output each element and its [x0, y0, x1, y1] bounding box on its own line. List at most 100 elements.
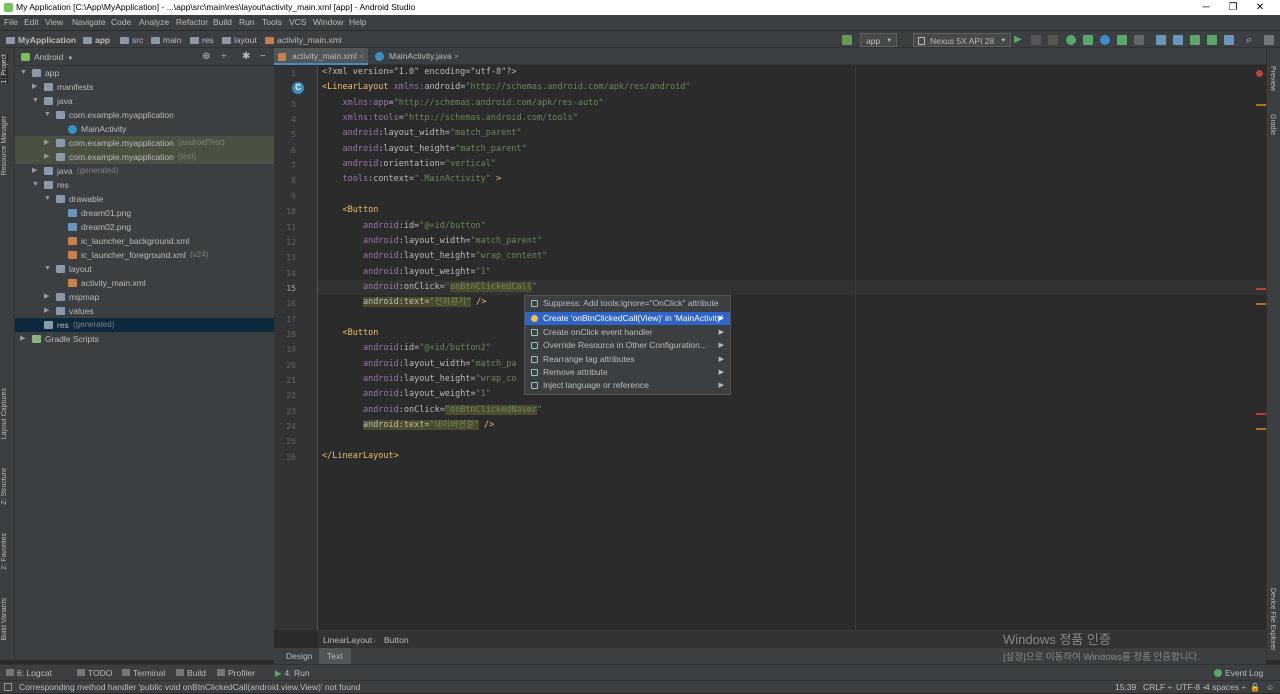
- tool-gradle[interactable]: Gradle: [1269, 114, 1276, 135]
- expanded-arrow-icon[interactable]: ▼: [44, 192, 51, 206]
- tree-item[interactable]: ▼ com.example.myapplication: [15, 108, 274, 122]
- error-mark[interactable]: [1256, 288, 1266, 290]
- tool-terminal[interactable]: Terminal: [122, 665, 165, 681]
- collapsed-arrow-icon[interactable]: ▶: [20, 332, 25, 346]
- coverage-icon[interactable]: [1117, 35, 1127, 45]
- tool-profiler[interactable]: Profiler: [217, 665, 255, 681]
- code-line[interactable]: <?xml version="1.0" encoding="utf-8"?>: [322, 65, 516, 80]
- code-line[interactable]: xmlns:tools="http://schemas.android.com/…: [322, 111, 577, 126]
- menu-tools[interactable]: Tools: [262, 15, 282, 30]
- minimize-button[interactable]: ─: [1193, 0, 1219, 15]
- code-line[interactable]: android:layout_height="wrap_content": [322, 249, 547, 264]
- device-file-icon[interactable]: [1224, 35, 1234, 45]
- collapsed-arrow-icon[interactable]: ▶: [32, 80, 37, 94]
- collapse-icon[interactable]: ÷: [221, 48, 227, 66]
- tree-item[interactable]: ▶ manifests: [15, 80, 274, 94]
- code-line[interactable]: <Button: [322, 326, 378, 341]
- menu-file[interactable]: File: [4, 15, 18, 30]
- tool-preview[interactable]: Preview: [1269, 66, 1276, 91]
- intention-item[interactable]: Create 'onBtnClickedCall(View)' in 'Main…: [525, 312, 730, 326]
- code-line[interactable]: android:layout_height="match_parent": [322, 142, 526, 157]
- collapsed-arrow-icon[interactable]: ▶: [32, 164, 37, 178]
- hide-icon[interactable]: −: [260, 48, 266, 66]
- tree-item[interactable]: ▼ res: [15, 178, 274, 192]
- collapsed-arrow-icon[interactable]: ▶: [44, 136, 49, 150]
- attach-debugger-icon[interactable]: [1083, 35, 1093, 45]
- code-line[interactable]: tools:context=".MainActivity" >: [322, 172, 501, 187]
- breadcrumb-layout[interactable]: layout: [222, 31, 257, 49]
- intention-item[interactable]: Create onClick event handler ▶: [525, 326, 730, 339]
- expanded-arrow-icon[interactable]: ▼: [44, 262, 51, 276]
- tree-item[interactable]: MainActivity: [15, 122, 274, 136]
- project-structure-icon[interactable]: [1173, 35, 1183, 45]
- error-mark[interactable]: [1256, 413, 1266, 415]
- code-line[interactable]: android:orientation="vertical": [322, 157, 496, 172]
- tool-todo[interactable]: TODO: [77, 665, 112, 681]
- tree-item[interactable]: dream01.png: [15, 206, 274, 220]
- tool-run[interactable]: ▶ 4: Run: [275, 665, 310, 681]
- gear-icon[interactable]: ✱: [242, 48, 250, 66]
- tab-text[interactable]: Text: [319, 648, 351, 664]
- tool-device-file-explorer[interactable]: Device File Explorer: [1269, 588, 1276, 651]
- code-line[interactable]: android:onClick="onBtnClickedNaver": [322, 403, 542, 418]
- sdk-manager-icon[interactable]: [1207, 35, 1217, 45]
- tool-event-log[interactable]: Event Log: [1214, 665, 1263, 681]
- apply-changes-icon[interactable]: [1031, 35, 1041, 45]
- run-config-dropdown[interactable]: app ▼: [860, 33, 898, 47]
- tab-design[interactable]: Design: [280, 648, 318, 664]
- tree-item[interactable]: ic_launcher_foreground.xml (v24): [15, 248, 274, 262]
- lock-icon[interactable]: 🔓: [1250, 681, 1260, 694]
- menu-code[interactable]: Code: [111, 15, 131, 30]
- tool-resource-manager[interactable]: Resource Manager: [1, 116, 8, 176]
- code-line[interactable]: android:layout_weight="1": [322, 265, 491, 280]
- breadcrumb-res[interactable]: res: [190, 31, 214, 49]
- code-line[interactable]: android:layout_weight="1": [322, 387, 491, 402]
- error-indicator-icon[interactable]: [1256, 70, 1263, 77]
- intention-item[interactable]: Rearrange tag attributes ▶: [525, 353, 730, 366]
- tree-item[interactable]: ▶ com.example.myapplication (androidTest): [15, 136, 274, 150]
- code-line[interactable]: android:layout_width="match_parent": [322, 126, 521, 141]
- device-dropdown[interactable]: Nexus 5X API 28 ▼: [913, 33, 1012, 47]
- code-line[interactable]: android:text="전화걸기" />: [322, 295, 486, 310]
- tree-item[interactable]: ▼ drawable: [15, 192, 274, 206]
- tool-logcat[interactable]: 6: Logcat: [6, 665, 52, 681]
- avd-manager-icon[interactable]: [1190, 35, 1200, 45]
- close-tab-icon[interactable]: ×: [454, 48, 459, 65]
- menu-refactor[interactable]: Refactor: [176, 15, 208, 30]
- breadcrumb-project[interactable]: MyApplication: [6, 31, 76, 49]
- warning-mark[interactable]: [1256, 104, 1266, 106]
- status-message[interactable]: Corresponding method handler 'public voi…: [19, 681, 360, 694]
- code-line[interactable]: android:layout_height="wrap_co: [322, 372, 517, 387]
- project-view-dropdown[interactable]: Android ▼: [34, 48, 73, 68]
- tool-build-variants[interactable]: Build Variants: [1, 598, 8, 641]
- code-line[interactable]: <LinearLayout xmlns:android="http://sche…: [322, 80, 691, 95]
- intention-item[interactable]: Suppress: Add tools:ignore="OnClick" att…: [525, 297, 730, 310]
- menu-build[interactable]: Build: [213, 15, 232, 30]
- code-line[interactable]: android:layout_width="match_parent": [322, 234, 542, 249]
- sync-project-icon[interactable]: [1156, 35, 1166, 45]
- debug-icon[interactable]: [1066, 35, 1076, 45]
- code-line[interactable]: android:layout_width="match_pa: [322, 357, 517, 372]
- collapsed-arrow-icon[interactable]: ▶: [44, 290, 49, 304]
- target-icon[interactable]: ⊕: [202, 48, 210, 66]
- tree-item[interactable]: ▼ java: [15, 94, 274, 108]
- menu-view[interactable]: View: [45, 15, 63, 30]
- stop-icon[interactable]: [1134, 35, 1144, 45]
- indent-setting[interactable]: 4 spaces ÷: [1205, 681, 1246, 694]
- settings-icon[interactable]: [1264, 35, 1274, 45]
- tool-layout-captures[interactable]: Layout Captures: [1, 388, 8, 439]
- code-editor[interactable]: <?xml version="1.0" encoding="utf-8"?> <L…: [318, 66, 1266, 630]
- expanded-arrow-icon[interactable]: ▼: [32, 178, 39, 192]
- code-line[interactable]: android:id="@+id/button": [322, 219, 486, 234]
- tool-windows-icon[interactable]: [4, 683, 12, 691]
- inspector-icon[interactable]: ☺: [1266, 681, 1274, 694]
- search-icon[interactable]: ⌕: [1246, 31, 1252, 49]
- crumb-button[interactable]: Button: [384, 631, 409, 649]
- hammer-icon[interactable]: [842, 35, 852, 45]
- code-line[interactable]: xmlns:app="http://schemas.android.com/ap…: [322, 96, 603, 111]
- intention-item[interactable]: Override Resource in Other Configuration…: [525, 339, 730, 352]
- warning-mark[interactable]: [1256, 428, 1266, 430]
- tool-build[interactable]: Build: [176, 665, 206, 681]
- breadcrumb-src[interactable]: src: [120, 31, 143, 49]
- tree-item[interactable]: ▶ java (generated): [15, 164, 274, 178]
